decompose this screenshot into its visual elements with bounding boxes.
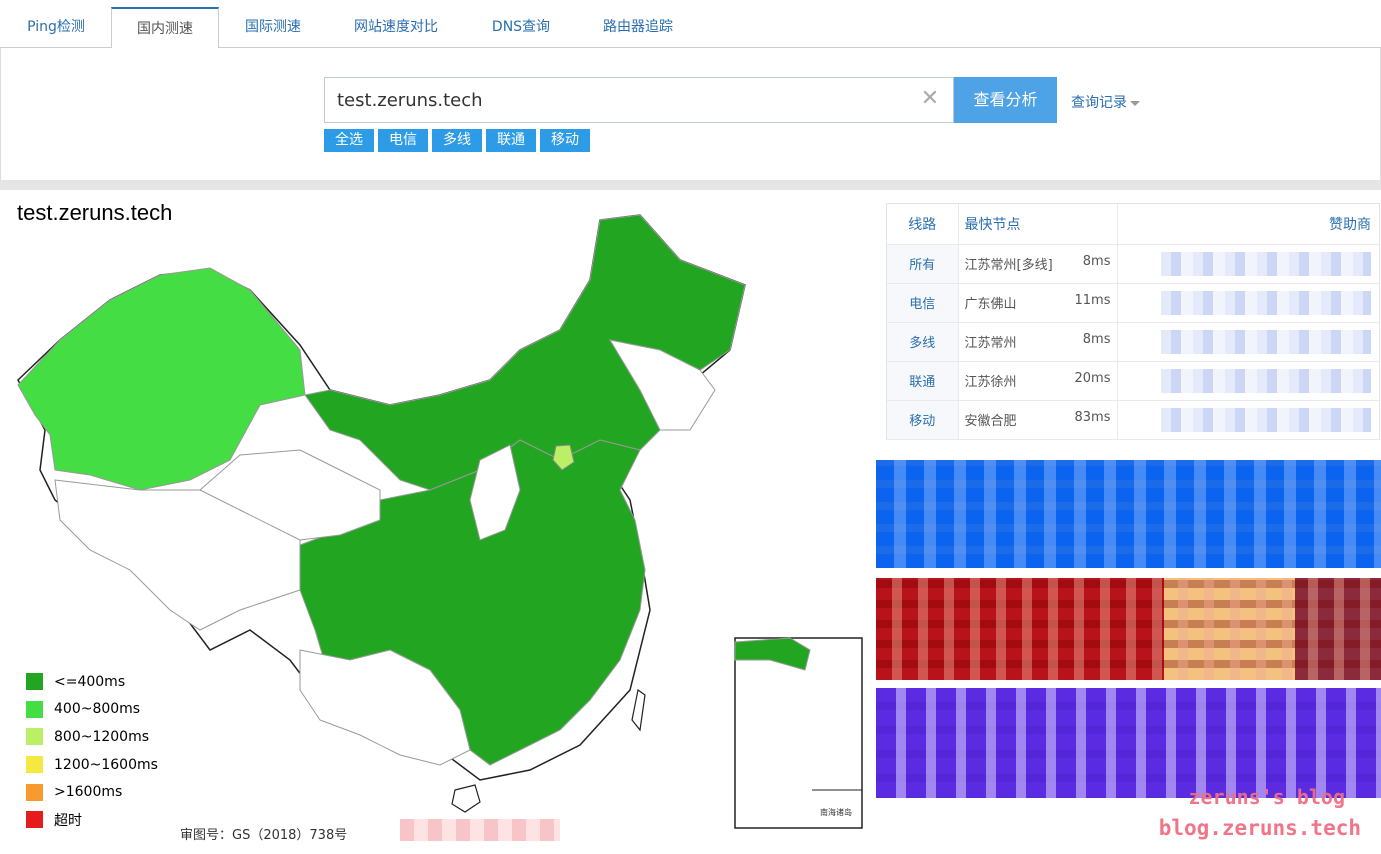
map-approval-number: 审图号：GS（2018）738号 — [180, 828, 348, 843]
legend-label: >1600ms — [54, 784, 123, 801]
legend-label: 800~1200ms — [54, 728, 150, 745]
redacted-sponsor — [1161, 251, 1371, 276]
row-line: 联通 — [887, 361, 959, 401]
node-name: 安徽合肥 — [964, 414, 1017, 429]
table-row: 多线 江苏常州 8ms — [887, 322, 1379, 362]
inset-label: 南海诸岛 — [820, 807, 852, 817]
sponsor-cell[interactable] — [1117, 322, 1379, 362]
table-row: 所有 江苏常州[多线] 8ms — [887, 244, 1379, 284]
legend-item: 800~1200ms — [26, 723, 158, 751]
ad-banner-blue[interactable] — [876, 460, 1381, 568]
map-legend: <=400ms 400~800ms 800~1200ms 1200~1600ms… — [26, 668, 158, 834]
tab-site-compare[interactable]: 网站速度对比 — [338, 7, 454, 48]
legend-item: >1600ms — [26, 778, 158, 806]
row-node: 江苏常州 8ms — [958, 322, 1118, 362]
results-table: 线路 最快节点 赞助商 所有 江苏常州[多线] 8ms 电信 广东佛山 11ms 多… — [886, 203, 1380, 440]
node-name: 江苏常州 — [964, 336, 1017, 351]
legend-label: <=400ms — [54, 673, 126, 690]
row-line: 移动 — [887, 400, 959, 440]
table-row: 联通 江苏徐州 20ms — [887, 361, 1379, 401]
speed-map-panel: 南海诸岛 test.zeruns.tech <=400ms 400~800ms … — [0, 190, 870, 854]
watermark-blog-name: zeruns's blog — [1188, 785, 1345, 809]
sponsor-cell[interactable] — [1117, 244, 1379, 284]
legend-item: 超时 — [26, 806, 158, 834]
search-panel: ✕ 查看分析 查询记录 全选电信多线联通移动 — [0, 48, 1381, 180]
redacted-sponsor — [1161, 290, 1371, 315]
row-line: 电信 — [887, 283, 959, 323]
table-header-row: 线路 最快节点 赞助商 — [887, 204, 1379, 245]
legend-label: 超时 — [54, 812, 82, 829]
row-node: 江苏常州[多线] 8ms — [958, 244, 1118, 284]
search-box: ✕ — [324, 77, 954, 123]
node-latency: 8ms — [1082, 254, 1111, 269]
legend-swatch — [26, 728, 43, 746]
node-name: 江苏徐州 — [964, 375, 1017, 390]
legend-swatch — [26, 756, 43, 774]
node-latency: 8ms — [1082, 332, 1111, 347]
tab-dns-query[interactable]: DNS查询 — [478, 7, 564, 48]
redacted-sponsor — [1161, 329, 1371, 354]
filter-all-button[interactable]: 全选 — [324, 129, 374, 152]
history-label: 查询记录 — [1071, 95, 1127, 111]
node-latency: 11ms — [1074, 293, 1111, 308]
sponsor-cell[interactable] — [1117, 283, 1379, 323]
sponsor-cell[interactable] — [1117, 400, 1379, 440]
isp-filters: 全选 电信 多线 联通 移动 — [324, 129, 594, 152]
tab-ping[interactable]: Ping检测 — [12, 7, 100, 48]
redacted-sponsor — [1161, 407, 1371, 432]
node-latency: 83ms — [1074, 410, 1111, 425]
header-fastest-node: 最快节点 — [958, 204, 1118, 245]
legend-swatch — [26, 811, 43, 829]
analyze-button[interactable]: 查看分析 — [954, 77, 1057, 123]
row-node: 广东佛山 11ms — [958, 283, 1118, 323]
row-node: 安徽合肥 83ms — [958, 400, 1118, 440]
ad-banner-red[interactable] — [876, 578, 1381, 680]
search-input[interactable] — [325, 78, 915, 122]
redacted-text — [400, 819, 560, 841]
legend-swatch — [26, 783, 43, 801]
tab-bar: Ping检测 国内测速 国际测速 网站速度对比 DNS查询 路由器追踪 — [0, 0, 1381, 49]
header-sponsor: 赞助商 — [1117, 204, 1379, 245]
legend-label: 400~800ms — [54, 701, 141, 718]
header-line: 线路 — [887, 204, 959, 245]
tab-international-speed[interactable]: 国际测速 — [228, 7, 318, 48]
row-line: 多线 — [887, 322, 959, 362]
history-dropdown[interactable]: 查询记录 — [1071, 92, 1140, 112]
section-divider — [0, 180, 1381, 190]
filter-multiline-button[interactable]: 多线 — [432, 129, 482, 152]
node-name: 广东佛山 — [964, 297, 1017, 312]
row-line: 所有 — [887, 244, 959, 284]
table-row: 电信 广东佛山 11ms — [887, 283, 1379, 323]
legend-item: 1200~1600ms — [26, 751, 158, 779]
legend-item: 400~800ms — [26, 696, 158, 724]
redacted-sponsor — [1161, 368, 1371, 393]
map-title: test.zeruns.tech — [17, 200, 173, 225]
region-taiwan — [631, 688, 646, 732]
node-name: 江苏常州[多线] — [964, 258, 1053, 273]
node-latency: 20ms — [1074, 371, 1111, 386]
watermark-blog-url: blog.zeruns.tech — [1158, 816, 1361, 840]
tab-traceroute[interactable]: 路由器追踪 — [588, 7, 688, 48]
close-icon[interactable]: ✕ — [919, 88, 941, 110]
legend-swatch — [26, 700, 43, 718]
filter-mobile-button[interactable]: 移动 — [540, 129, 590, 152]
ad-banner-purple[interactable] — [876, 688, 1381, 798]
sponsor-cell[interactable] — [1117, 361, 1379, 401]
legend-item: <=400ms — [26, 668, 158, 696]
legend-label: 1200~1600ms — [54, 756, 158, 773]
row-node: 江苏徐州 20ms — [958, 361, 1118, 401]
filter-unicom-button[interactable]: 联通 — [486, 129, 536, 152]
caret-down-icon — [1130, 100, 1140, 106]
tab-domestic-speed[interactable]: 国内测速 — [111, 7, 219, 49]
region-hainan — [451, 784, 481, 813]
table-row: 移动 安徽合肥 83ms — [887, 400, 1379, 440]
legend-swatch — [26, 673, 43, 691]
filter-telecom-button[interactable]: 电信 — [378, 129, 428, 152]
